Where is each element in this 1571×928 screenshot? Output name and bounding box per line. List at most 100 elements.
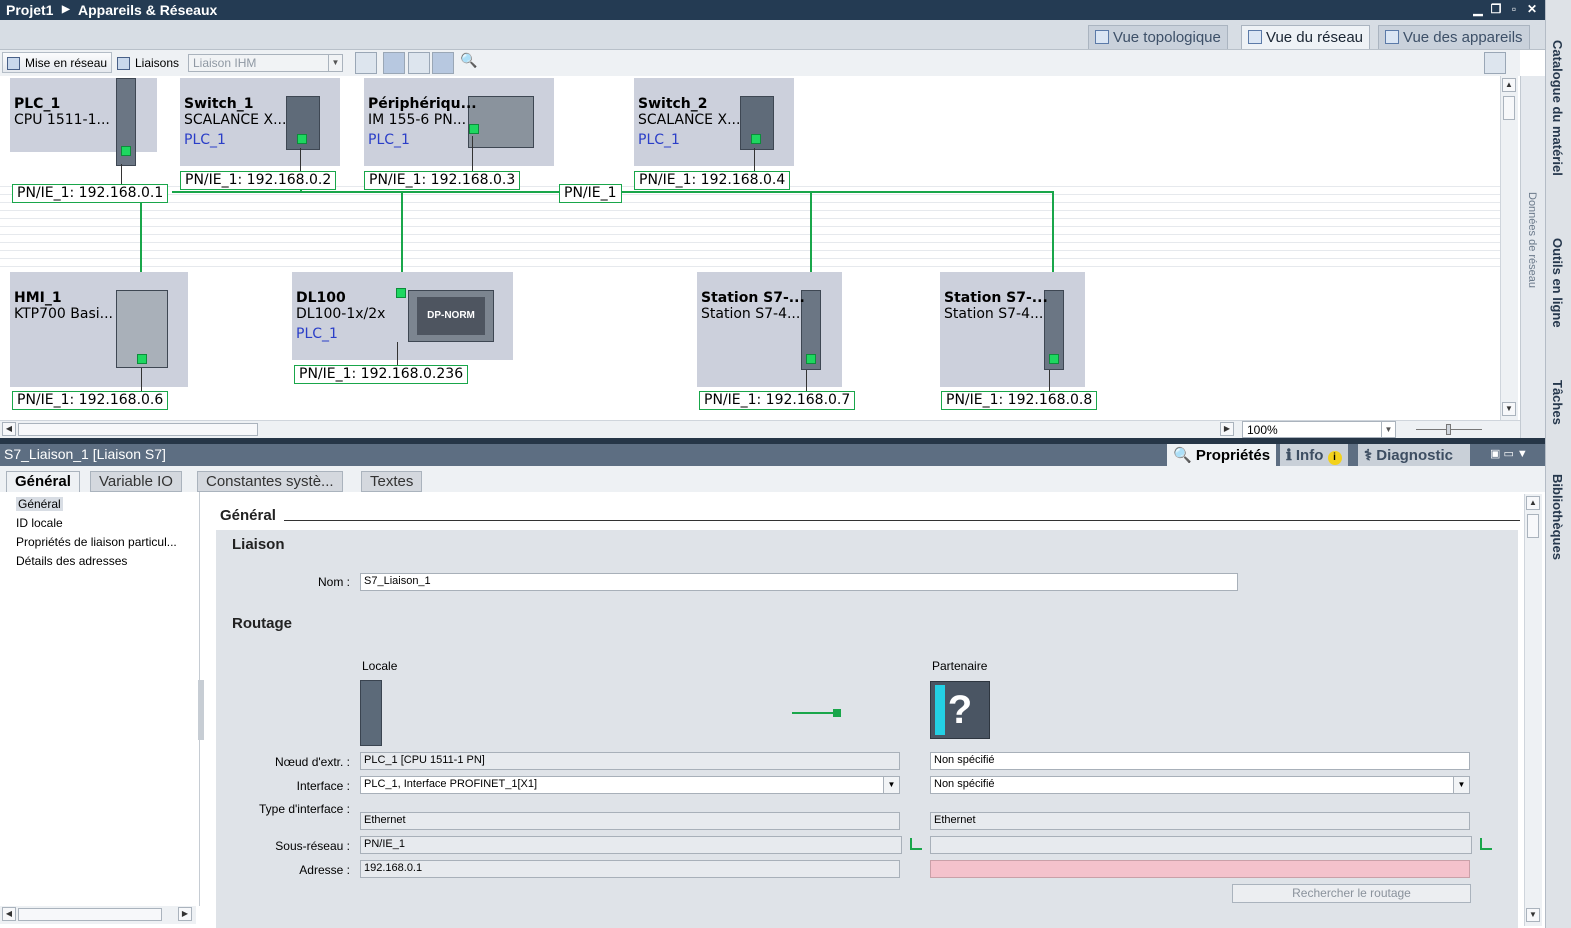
tab-texts[interactable]: Textes [361,471,423,492]
section-title-general: Général [220,507,276,524]
find-route-button[interactable]: Rechercher le routage [1232,884,1471,903]
port-icon[interactable] [121,146,131,156]
canvas-vertical-scrollbar[interactable]: ▲ ▼ [1500,76,1518,420]
connection-name-input[interactable]: S7_Liaison_1 [360,573,1238,591]
address-label[interactable]: PN/IE_1: 192.168.0.6 [12,391,169,410]
scroll-right-icon[interactable]: ▶ [178,907,192,921]
port-icon[interactable] [469,124,479,134]
scroll-up-icon[interactable]: ▲ [1502,78,1516,92]
overview-icon[interactable] [1484,52,1506,74]
section-title-routing: Routage [232,615,292,632]
zoom-icon[interactable]: 🔍 [460,52,482,74]
nav-item-local-id[interactable]: ID locale [16,516,63,530]
partner-end-node-field[interactable]: Non spécifié [930,752,1470,770]
scroll-thumb[interactable] [18,423,258,436]
port-icon[interactable] [396,288,406,298]
tab-topology-view[interactable]: Vue topologique [1088,25,1228,49]
device-plc-link[interactable]: PLC_1 [296,326,338,342]
tab-libraries[interactable]: Bibliothèques [1550,474,1565,560]
nav-item-address-details[interactable]: Détails des adresses [16,554,127,568]
device-plc-link[interactable]: PLC_1 [368,132,410,148]
address-label[interactable]: PN/IE_1: 192.168.0.7 [699,391,856,410]
local-subnet-field: PN/IE_1 [360,836,902,854]
device-name: Station S7-... [944,290,1048,306]
properties-vertical-scrollbar[interactable]: ▲ ▼ [1524,494,1542,926]
local-interface-select[interactable]: PLC_1, Interface PROFINET_1[X1] ▼ [360,776,900,794]
nav-item-special-properties[interactable]: Propriétés de liaison particul... [16,535,177,549]
network-data-panel-tab[interactable]: Données de réseau [1520,76,1545,438]
local-address-field: 192.168.0.1 [360,860,900,878]
scroll-thumb[interactable] [1503,96,1515,120]
tab-online-tools[interactable]: Outils en ligne [1550,238,1565,328]
tab-io-variable[interactable]: Variable IO [90,471,182,492]
window-title: Appareils & Réseaux [78,2,218,18]
tab-network-view[interactable]: Vue du réseau [1241,25,1371,49]
zoom-select[interactable]: 100% ▼ [1242,421,1396,438]
scroll-down-icon[interactable]: ▼ [1502,402,1516,416]
address-toggle-icon[interactable] [383,52,405,74]
partner-address-field[interactable] [930,860,1470,878]
panel-float-icon[interactable]: ▣ ▭ ▼ [1490,447,1528,460]
tab-info[interactable]: ℹ Info i [1280,444,1348,466]
network-icon [1248,30,1262,44]
network-mode-button[interactable]: Mise en réseau [2,52,113,73]
subnet-label: Sous-réseau : [275,839,350,853]
address-label[interactable]: PN/IE_1: 192.168.0.1 [12,184,169,203]
subnet-connect-icon[interactable] [910,838,922,850]
chevron-down-icon: ▼ [883,777,899,793]
port-icon[interactable] [137,354,147,364]
address-label[interactable]: PN/IE_1: 192.168.0.2 [180,171,337,190]
canvas-horizontal-scrollbar[interactable]: ◀ ▶ 100% ▼ [0,420,1520,438]
address-label[interactable]: PN/IE_1: 192.168.0.236 [294,365,469,384]
grid-icon[interactable] [408,52,430,74]
device-plc-link[interactable]: PLC_1 [184,132,226,148]
port-icon[interactable] [751,134,761,144]
local-column-label: Locale [362,659,398,673]
tab-system-constants[interactable]: Constantes systè... [197,471,343,492]
tab-tasks[interactable]: Tâches [1550,380,1565,425]
address-label[interactable]: PN/IE_1: 192.168.0.8 [941,391,1098,410]
port-icon[interactable] [297,134,307,144]
zoom-slider-thumb[interactable] [1446,424,1451,435]
tab-properties[interactable]: 🔍 Propriétés [1167,444,1277,466]
tab-general[interactable]: Général [6,471,80,493]
scroll-thumb[interactable] [18,908,162,921]
port-icon[interactable] [1049,354,1059,364]
subnet-label[interactable]: PN/IE_1 [559,184,622,203]
network-canvas[interactable]: PN/IE_1 PLC_1 CPU 1511-1... PN/IE_1: 192… [0,76,1500,420]
partner-interface-select[interactable]: Non spécifié ▼ [930,776,1470,794]
nav-horizontal-scrollbar[interactable]: ◀ ▶ [0,906,196,924]
scroll-thumb[interactable] [1527,514,1539,538]
scroll-left-icon[interactable]: ◀ [2,422,16,436]
device-type: IM 155-6 PN... [368,112,467,128]
connections-button[interactable]: Liaisons [112,52,184,73]
scroll-up-icon[interactable]: ▲ [1526,496,1540,510]
subnet-connect-icon[interactable] [1480,838,1492,850]
close-icon[interactable]: ✕ [1524,1,1540,17]
device-name: DL100 [296,290,346,306]
interface-type-label: Type d'interface : [258,802,350,816]
scroll-left-icon[interactable]: ◀ [2,907,16,921]
device-name: Switch_1 [184,96,254,112]
tab-diagnostic[interactable]: ⚕ Diagnostic [1358,444,1470,466]
name-label: Nom : [317,575,350,589]
port-icon[interactable] [806,354,816,364]
device-name: Switch_2 [638,96,708,112]
address-label[interactable]: PN/IE_1: 192.168.0.4 [634,171,791,190]
device-plc-link[interactable]: PLC_1 [638,132,680,148]
scroll-right-icon[interactable]: ▶ [1220,422,1234,436]
float-icon[interactable]: ▫ [1506,1,1522,17]
nav-item-general[interactable]: Général [16,497,63,511]
scroll-down-icon[interactable]: ▼ [1526,908,1540,922]
address-label[interactable]: PN/IE_1: 192.168.0.3 [364,171,521,190]
tab-hardware-catalog[interactable]: Catalogue du matériel [1550,40,1565,176]
show-names-icon[interactable] [355,52,377,74]
minimize-icon[interactable]: ▁ [1470,1,1486,17]
restore-icon[interactable]: ❐ [1488,1,1504,17]
end-node-label: Nœud d'extr. : [275,755,350,769]
table-view-icon[interactable] [432,52,454,74]
project-breadcrumb[interactable]: Projet1 [6,2,53,18]
device-type: SCALANCE X... [184,112,287,128]
connection-type-select[interactable]: Liaison IHM ▼ [188,54,343,72]
tab-device-view[interactable]: Vue des appareils [1378,25,1530,49]
